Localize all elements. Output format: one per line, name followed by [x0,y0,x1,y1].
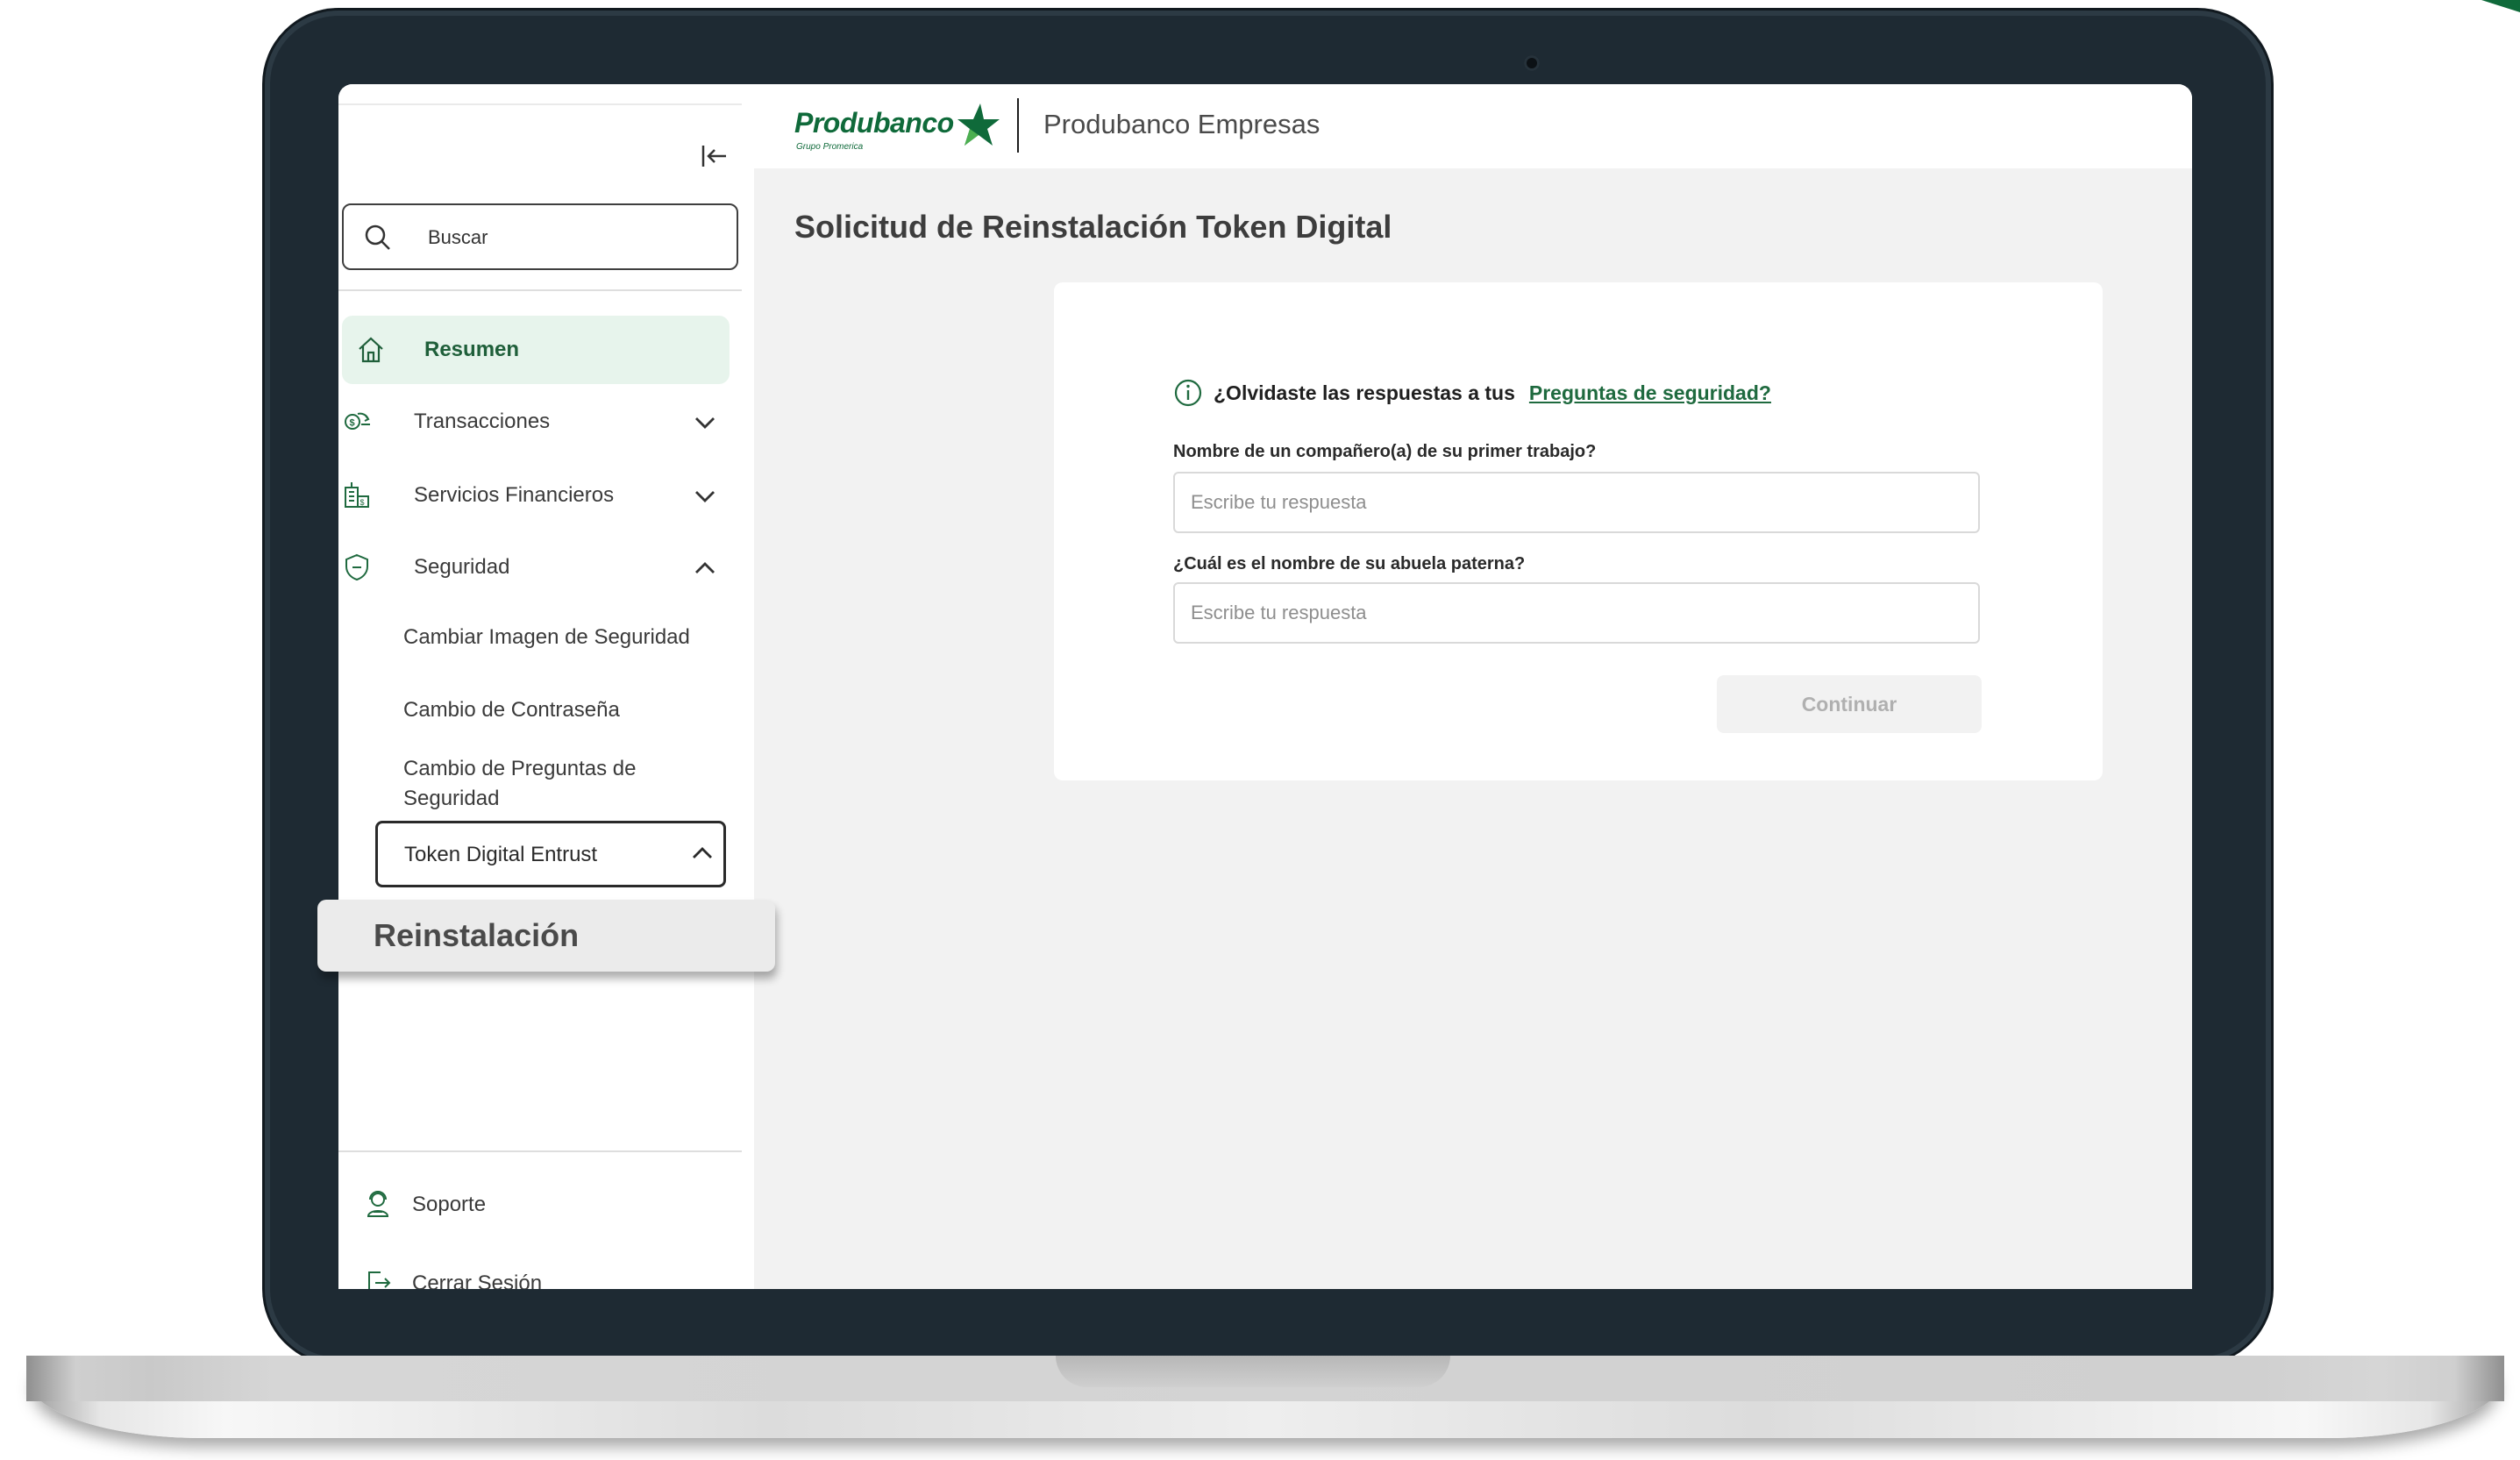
info-icon [1174,379,1202,407]
sidebar-item-label: Transacciones [414,410,551,433]
sidebar-item-seguridad[interactable]: Seguridad [342,533,730,602]
search-icon [365,224,390,250]
app-header: Produbanco Grupo Promerica Produbanco Em… [754,84,2192,168]
question-1-label: Nombre de un compañero(a) de su primer t… [1173,442,1597,461]
chevron-down-icon[interactable] [691,482,719,510]
sidebar-item-cerrar-sesion[interactable]: Cerrar Sesión [338,1257,742,1289]
sidebar-top-divider [338,103,742,105]
collapse-sidebar-icon[interactable] [696,139,731,174]
continue-button[interactable]: Continuar [1717,675,1982,733]
sidebar-subitem-cambio-preguntas[interactable]: Cambio de Preguntas de Seguridad [403,754,693,814]
sidebar-item-label: Cerrar Sesión [412,1271,543,1289]
question-2-label: ¿Cuál es el nombre de su abuela paterna? [1173,554,1526,573]
laptop-camera [1524,55,1540,71]
shield-icon [345,553,368,581]
laptop-base-notch [1056,1356,1450,1387]
app-screen: Resumen $ Transacciones [338,84,2192,1289]
reinstalacion-menu-item[interactable]: Reinstalación [374,917,579,954]
reinstall-form-card: ¿Olvidaste las respuestas a tus Pregunta… [1054,282,2103,780]
question-2-input[interactable] [1173,582,1980,644]
produbanco-logo[interactable]: Produbanco Grupo Promerica [794,102,1005,158]
logo-subtext: Grupo Promerica [796,142,864,152]
support-agent-icon [367,1191,389,1217]
main-content: Solicitud de Reinstalación Token Digital… [754,168,2192,1289]
reinstalacion-menu-popover[interactable]: Reinstalación [317,900,775,972]
svg-text:$: $ [360,498,365,507]
security-questions-link[interactable]: Preguntas de seguridad? [1529,381,1771,405]
corner-accent-shape [2481,0,2520,12]
chevron-up-icon[interactable] [688,839,716,867]
star-icon [957,103,1000,146]
app-title: Produbanco Empresas [1043,109,1321,139]
transfer-icon: $ [345,412,370,430]
sidebar-subitem-cambiar-imagen[interactable]: Cambiar Imagen de Seguridad [403,623,693,652]
chevron-down-icon[interactable] [691,409,719,437]
header-separator [1017,98,1019,153]
search-input[interactable] [426,221,719,254]
sidebar-item-soporte[interactable]: Soporte [338,1179,742,1231]
search-box[interactable] [342,203,738,270]
forgot-answers-row: ¿Olvidaste las respuestas a tus Pregunta… [1173,375,1771,410]
sidebar-item-transacciones[interactable]: $ Transacciones [342,388,730,456]
sidebar-subitem-cambio-contrasena[interactable]: Cambio de Contraseña [403,695,693,725]
sidebar: Resumen $ Transacciones [338,84,755,1289]
svg-text:$: $ [350,418,355,429]
sidebar-bottom-divider [338,1150,742,1152]
sidebar-item-label: Resumen [424,338,520,361]
sidebar-item-label: Seguridad [414,555,510,579]
page-title: Solicitud de Reinstalación Token Digital [794,209,1392,245]
sidebar-item-resumen[interactable]: Resumen [342,316,730,384]
search-divider [338,289,742,291]
forgot-answers-text: ¿Olvidaste las respuestas a tus [1214,381,1515,404]
sidebar-item-servicios-financieros[interactable]: $ Servicios Financieros [342,461,730,530]
building-icon: $ [345,482,369,508]
logo-text: Produbanco [794,107,954,139]
logout-icon [368,1271,391,1289]
token-item-label: Token Digital Entrust [404,843,598,866]
question-1-input[interactable] [1173,472,1980,533]
sidebar-item-label: Servicios Financieros [414,483,615,507]
home-icon [359,337,383,363]
chevron-up-icon[interactable] [691,554,719,582]
sidebar-item-label: Soporte [412,1193,487,1216]
sidebar-subitem-token-digital[interactable]: Token Digital Entrust [375,821,726,887]
